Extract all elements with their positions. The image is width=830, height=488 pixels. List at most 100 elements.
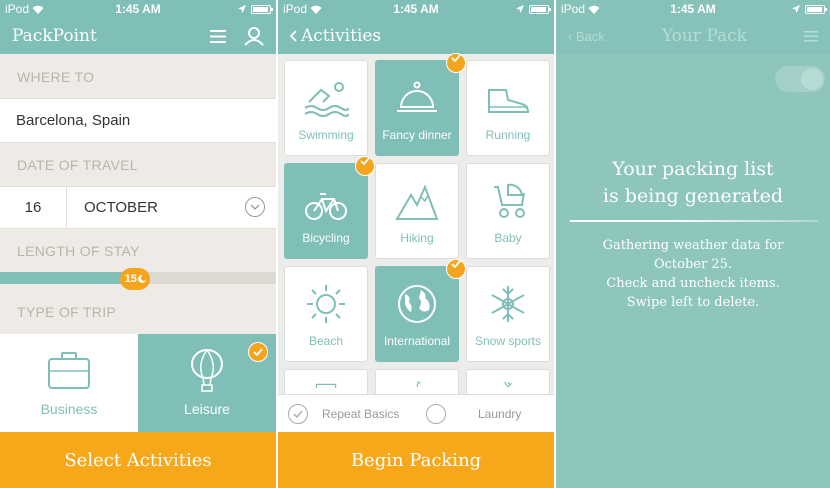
info-line: October 25. <box>653 257 733 272</box>
length-value: 15 <box>124 273 137 285</box>
trip-type-selector: Business Leisure <box>0 334 276 433</box>
slider-knob[interactable]: 15 <box>120 268 151 290</box>
leisure-label: Leisure <box>184 401 230 417</box>
back-label: Back <box>575 28 605 44</box>
heading-line: Your packing list <box>612 158 774 180</box>
swimming-icon <box>304 82 349 117</box>
chevron-down-icon[interactable] <box>245 197 265 217</box>
trip-option-leisure[interactable]: Leisure <box>138 334 276 433</box>
repeat-basics-label: Repeat Basics <box>322 406 400 421</box>
trip-setup-screen: iPod 1:45 AM PackPoint WHERE TO Barcelon… <box>0 0 276 488</box>
bicycle-icon <box>305 193 347 220</box>
activities-grid: Swimming Fancy dinner Running Bicycling … <box>284 53 550 399</box>
shoe-icon <box>488 89 530 113</box>
toggle-switch[interactable] <box>775 66 825 92</box>
generating-info: Gathering weather data for October 25. C… <box>556 236 830 312</box>
battery-icon <box>805 4 827 14</box>
document-icon <box>315 383 337 388</box>
heading-line: is being generated <box>602 185 784 207</box>
activity-label: Running <box>485 128 531 142</box>
status-bar: iPod 1:45 AM <box>278 0 554 18</box>
hot-air-balloon-icon <box>191 349 223 392</box>
laundry-option[interactable]: Laundry <box>416 395 554 432</box>
check-icon <box>248 342 268 362</box>
status-time: 1:45 AM <box>670 2 716 16</box>
month-value[interactable]: OCTOBER <box>67 187 245 228</box>
laundry-label: Laundry <box>478 406 522 421</box>
activity-fancy-dinner[interactable]: Fancy dinner <box>375 53 466 156</box>
back-button[interactable]: ‹ Back <box>568 29 605 44</box>
date-label: DATE OF TRAVEL <box>17 156 138 173</box>
plane-icon <box>416 381 421 387</box>
status-bar: iPod 1:45 AM <box>556 0 830 18</box>
activity-swimming[interactable]: Swimming <box>284 60 368 156</box>
cloche-icon <box>397 81 437 112</box>
select-activities-button[interactable]: Select Activities <box>0 432 276 488</box>
info-line: Swipe left to delete. <box>626 295 760 310</box>
activity-beach[interactable]: Beach <box>284 266 368 362</box>
activities-title: Activities <box>301 26 382 46</box>
packing-options: Repeat Basics Laundry <box>278 394 554 432</box>
fork-icon <box>503 381 513 388</box>
activity-label: Snow sports <box>474 334 542 348</box>
activity-baby[interactable]: Baby <box>466 163 550 259</box>
check-icon <box>446 53 466 73</box>
snowflake-icon <box>491 286 525 322</box>
activity-label: International <box>383 334 451 348</box>
profile-icon[interactable] <box>244 26 264 46</box>
mountain-icon <box>395 184 439 220</box>
day-value[interactable]: 16 <box>0 187 67 228</box>
activity-label: Swimming <box>298 128 354 142</box>
activity-snow-sports[interactable]: Snow sports <box>466 266 550 362</box>
activity-label: Beach <box>308 334 344 348</box>
check-icon <box>355 156 375 176</box>
status-bar: iPod 1:45 AM <box>0 0 276 18</box>
back-button[interactable]: Activities <box>290 26 381 46</box>
moon-icon <box>138 275 146 283</box>
slider-fill <box>0 272 136 284</box>
navbar: ‹ Back Your Pack <box>556 18 830 54</box>
briefcase-icon <box>48 352 90 389</box>
status-time: 1:45 AM <box>115 2 161 16</box>
empty-circle-icon[interactable] <box>426 403 446 424</box>
your-pack-title: Your Pack <box>661 26 747 46</box>
length-label: LENGTH OF STAY <box>17 242 140 259</box>
activity-label: Bicycling <box>302 231 350 245</box>
check-icon <box>446 259 466 279</box>
generating-heading: Your packing list is being generated <box>556 156 830 210</box>
business-label: Business <box>40 401 98 417</box>
activity-label: Hiking <box>400 231 434 245</box>
app-title: PackPoint <box>12 26 97 46</box>
activity-international[interactable]: International <box>375 259 466 362</box>
date-picker[interactable]: 16 OCTOBER <box>0 186 276 229</box>
status-time: 1:45 AM <box>393 2 439 16</box>
activity-hiking[interactable]: Hiking <box>375 163 459 259</box>
your-pack-screen: iPod 1:45 AM ‹ Back Your Pack Your packi… <box>556 0 830 488</box>
chevron-left-icon <box>290 30 297 42</box>
activities-screen: iPod 1:45 AM Activities Swimming Fancy d… <box>278 0 554 488</box>
where-to-label: WHERE TO <box>17 69 95 85</box>
navbar: PackPoint <box>0 18 276 54</box>
activity-bicycling[interactable]: Bicycling <box>284 156 375 259</box>
activity-label: Fancy dinner <box>382 128 452 142</box>
progress-divider <box>570 220 818 222</box>
check-circle-icon[interactable] <box>288 403 308 424</box>
destination-field[interactable]: Barcelona, Spain <box>0 98 276 143</box>
menu-icon[interactable] <box>803 30 818 42</box>
navbar: Activities <box>278 18 554 54</box>
sun-icon <box>307 285 345 323</box>
globe-icon <box>398 285 436 323</box>
repeat-basics-option[interactable]: Repeat Basics <box>278 395 416 432</box>
trip-option-business[interactable]: Business <box>0 334 138 433</box>
activity-label: Baby <box>494 231 522 245</box>
trip-type-label: TYPE OF TRIP <box>17 304 117 320</box>
info-line: Check and uncheck items. <box>606 276 780 291</box>
activity-running[interactable]: Running <box>466 60 550 156</box>
stroller-icon <box>494 183 525 218</box>
info-line: Gathering weather data for <box>602 238 784 253</box>
battery-icon <box>529 4 551 14</box>
battery-icon <box>251 4 273 14</box>
menu-icon[interactable] <box>210 29 226 43</box>
begin-packing-button[interactable]: Begin Packing <box>278 432 554 488</box>
destination-value: Barcelona, Spain <box>16 112 131 129</box>
